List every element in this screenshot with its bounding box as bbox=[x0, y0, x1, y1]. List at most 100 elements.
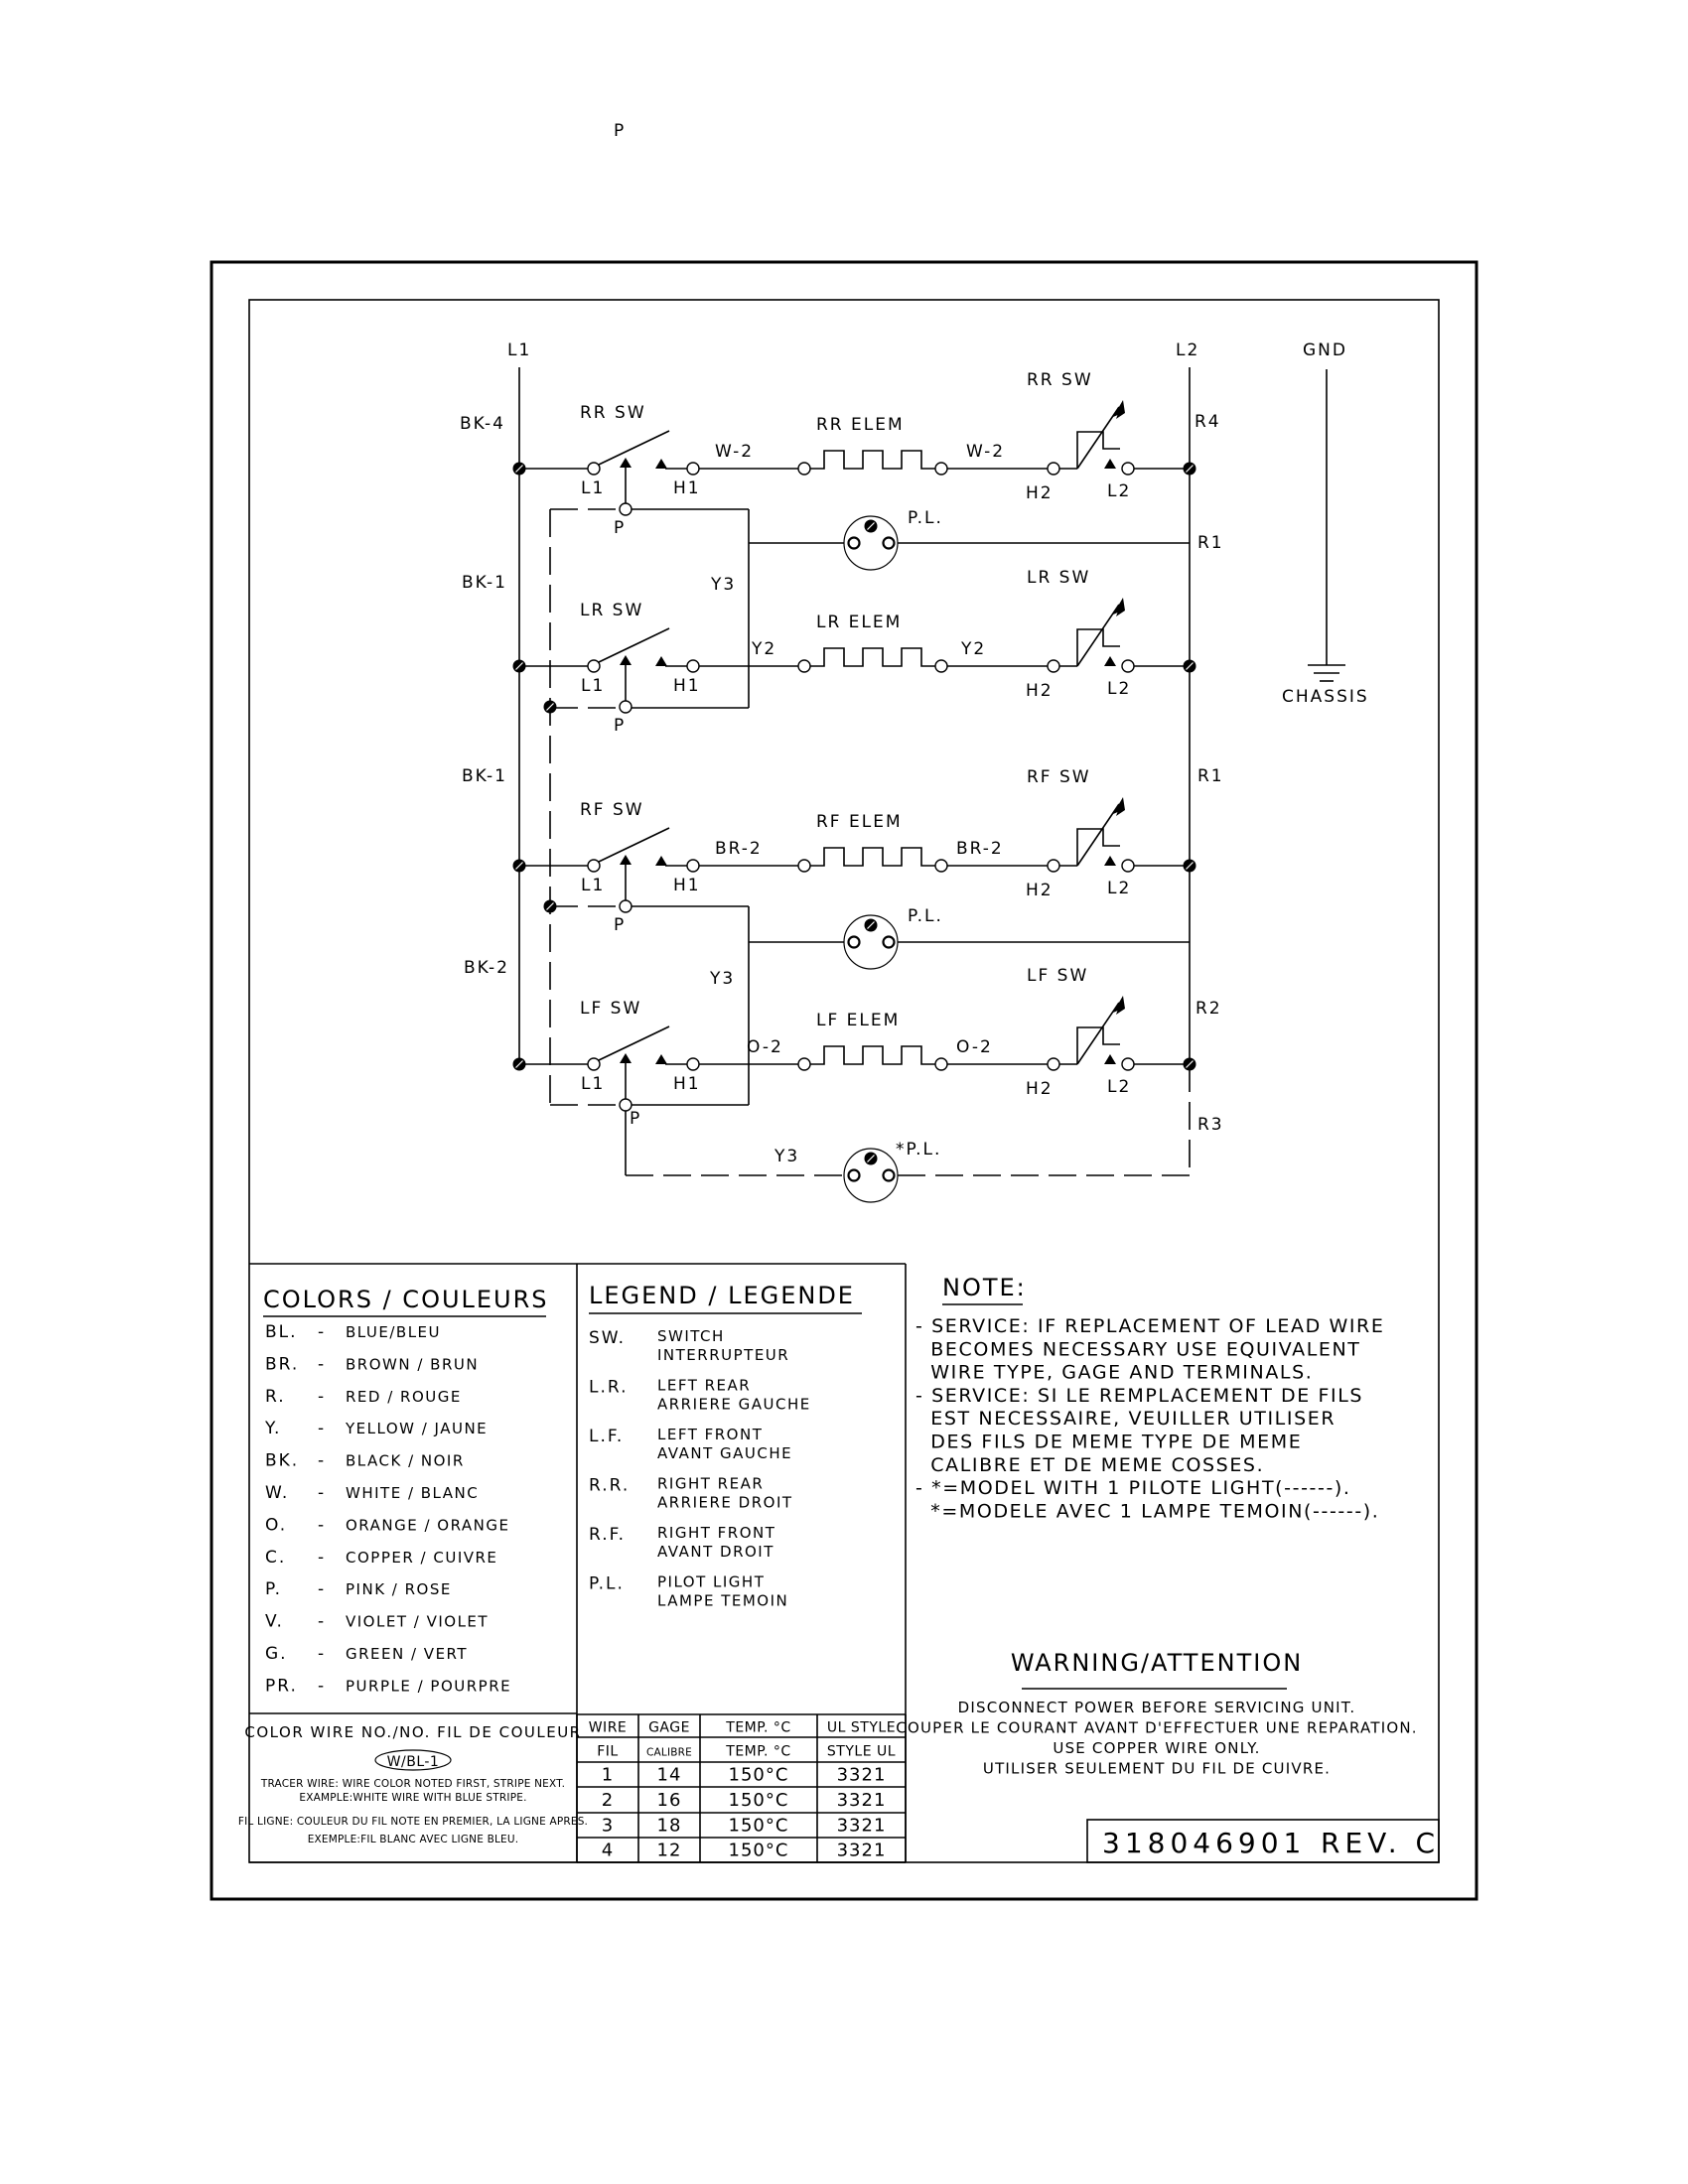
contact-arrow-icon bbox=[1104, 656, 1116, 666]
contact-arrow-icon bbox=[655, 1054, 667, 1064]
switch-l1-terminal bbox=[587, 1057, 601, 1071]
switch-l1-terminal bbox=[587, 659, 601, 673]
color-name: COPPER / CUIVRE bbox=[346, 1549, 497, 1567]
color-code: PR. bbox=[265, 1676, 298, 1696]
color-item: BK. - BLACK / NOIR bbox=[265, 1451, 465, 1471]
ground-label: GND bbox=[1303, 341, 1347, 360]
color-code: W. bbox=[265, 1483, 289, 1503]
y3-wire-label: Y3 bbox=[774, 1147, 799, 1166]
terminal-label: L2 bbox=[1107, 1077, 1131, 1097]
infinite-switch-h2-terminal bbox=[1047, 1057, 1060, 1071]
right-wire-label: R2 bbox=[1196, 999, 1222, 1019]
color-dash: - bbox=[318, 1483, 326, 1503]
table-cell: STYLE UL bbox=[827, 1744, 896, 1760]
legend-text-en: LEFT REAR bbox=[657, 1377, 751, 1395]
color-code: Y. bbox=[264, 1419, 281, 1438]
wire-label: O-2 bbox=[956, 1037, 993, 1057]
l1-junction-dot bbox=[512, 1057, 526, 1071]
l1-junction-dot bbox=[512, 462, 526, 476]
table-cell: 3321 bbox=[837, 1841, 887, 1861]
element-label: LF ELEM bbox=[816, 1011, 900, 1030]
left-wire-label: BK-1 bbox=[462, 573, 507, 593]
color-name: VIOLET / VIOLET bbox=[346, 1613, 489, 1631]
color-name: GREEN / VERT bbox=[346, 1645, 468, 1663]
pilot-light-contact bbox=[864, 1152, 878, 1165]
rail-label-l2: L2 bbox=[1176, 341, 1199, 360]
legend-item: L.R. LEFT REARARRIERE GAUCHE bbox=[589, 1377, 809, 1414]
l2-junction-dot bbox=[1183, 859, 1196, 873]
switch-label: LR SW bbox=[580, 601, 643, 620]
pilot-bus-junction-dot bbox=[543, 700, 557, 714]
terminal-label: P bbox=[614, 915, 626, 935]
legend-item: SW. SWITCHINTERRUPTEUR bbox=[589, 1327, 788, 1364]
contact-arrow-icon bbox=[1104, 1054, 1116, 1064]
table-cell: UL STYLE bbox=[827, 1720, 896, 1736]
note-line: BECOMES NECESSARY USE EQUIVALENT bbox=[915, 1338, 1361, 1360]
switch-label: RF SW bbox=[580, 800, 644, 820]
note-line: - *=MODEL WITH 1 PILOTE LIGHT(------). bbox=[915, 1477, 1351, 1499]
terminal-label: L2 bbox=[1107, 879, 1131, 898]
table-cell: 4 bbox=[602, 1841, 614, 1861]
l1-junction-dot bbox=[512, 859, 526, 873]
infinite-switch-l2-terminal bbox=[1121, 462, 1135, 476]
element-terminal bbox=[934, 859, 948, 873]
infinite-switch-icon bbox=[1059, 797, 1125, 867]
legend-code: L.R. bbox=[589, 1378, 629, 1398]
element-terminal bbox=[797, 859, 811, 873]
infinite-switch-l2-terminal bbox=[1121, 1057, 1135, 1071]
switch-blade bbox=[598, 1025, 670, 1061]
note-line: WIRE TYPE, GAGE AND TERMINALS. bbox=[915, 1362, 1313, 1384]
note-line: - SERVICE: SI LE REMPLACEMENT DE FILS bbox=[915, 1385, 1363, 1407]
infinite-switch-h2-terminal bbox=[1047, 659, 1060, 673]
element-label: LR ELEM bbox=[816, 613, 902, 632]
legend-code: R.F. bbox=[589, 1525, 626, 1545]
infinite-switch-label: RR SW bbox=[1027, 370, 1093, 390]
legend-title: LEGEND / LEGENDE bbox=[589, 1282, 855, 1309]
infinite-switch-label: LR SW bbox=[1027, 568, 1090, 588]
legend-code: L.F. bbox=[589, 1427, 624, 1446]
infinite-switch-l2-terminal bbox=[1121, 859, 1135, 873]
table-cell: CALIBRE bbox=[646, 1747, 692, 1759]
color-code: C. bbox=[265, 1548, 286, 1568]
note-line: *=MODELE AVEC 1 LAMPE TEMOIN(------). bbox=[915, 1500, 1379, 1522]
element-terminal bbox=[797, 659, 811, 673]
circuit-row: RF SW RF ELEM BR-2 BR-2 RF SW L1 H1 H2 L2 P bbox=[512, 767, 1196, 935]
terminal-label: L1 bbox=[581, 876, 605, 895]
color-name: BLACK / NOIR bbox=[346, 1452, 465, 1470]
right-wire-label: R1 bbox=[1197, 533, 1224, 553]
color-code: BR. bbox=[265, 1354, 299, 1374]
element-terminal bbox=[797, 1057, 811, 1071]
infinite-switch-h2-terminal bbox=[1047, 462, 1060, 476]
terminal-label: H2 bbox=[1026, 881, 1054, 900]
warning-title: WARNING/ATTENTION bbox=[1011, 1649, 1303, 1677]
table-cell: 150°C bbox=[729, 1841, 789, 1861]
pilot-light-contact bbox=[864, 519, 878, 533]
warning-line: USE COPPER WIRE ONLY. bbox=[1053, 1739, 1260, 1757]
l2-junction-dot bbox=[1183, 462, 1196, 476]
color-dash: - bbox=[318, 1676, 326, 1696]
left-wire-label: BK-1 bbox=[462, 766, 507, 786]
terminal-label: P bbox=[614, 716, 626, 736]
heating-element-icon bbox=[810, 450, 935, 470]
color-wire-no-title: COLOR WIRE NO./NO. FIL DE COULEUR bbox=[244, 1723, 581, 1741]
switch-label: LF SW bbox=[580, 999, 641, 1019]
color-item: W. - WHITE / BLANC bbox=[265, 1483, 478, 1503]
right-wire-label: R4 bbox=[1195, 412, 1221, 432]
left-wire-label: BK-2 bbox=[464, 958, 509, 978]
table-cell: 16 bbox=[657, 1790, 682, 1811]
color-name: BLUE/BLEU bbox=[346, 1323, 441, 1341]
note-title: NOTE: bbox=[942, 1274, 1027, 1301]
y3-wire-label: Y3 bbox=[710, 575, 736, 595]
color-dash: - bbox=[318, 1515, 326, 1535]
color-name: YELLOW / JAUNE bbox=[345, 1420, 488, 1437]
wire-label: W-2 bbox=[715, 442, 754, 462]
wire-label: W-2 bbox=[966, 442, 1005, 462]
color-dash: - bbox=[318, 1612, 326, 1632]
contact-arrow-icon bbox=[1104, 856, 1116, 866]
infinite-switch-icon bbox=[1059, 598, 1125, 667]
legend-text-fr: AVANT GAUCHE bbox=[657, 1444, 792, 1462]
legend-code: SW. bbox=[589, 1328, 626, 1348]
infinite-switch-label: LF SW bbox=[1027, 966, 1088, 986]
switch-l1-terminal bbox=[587, 859, 601, 873]
color-code: V. bbox=[265, 1612, 284, 1632]
